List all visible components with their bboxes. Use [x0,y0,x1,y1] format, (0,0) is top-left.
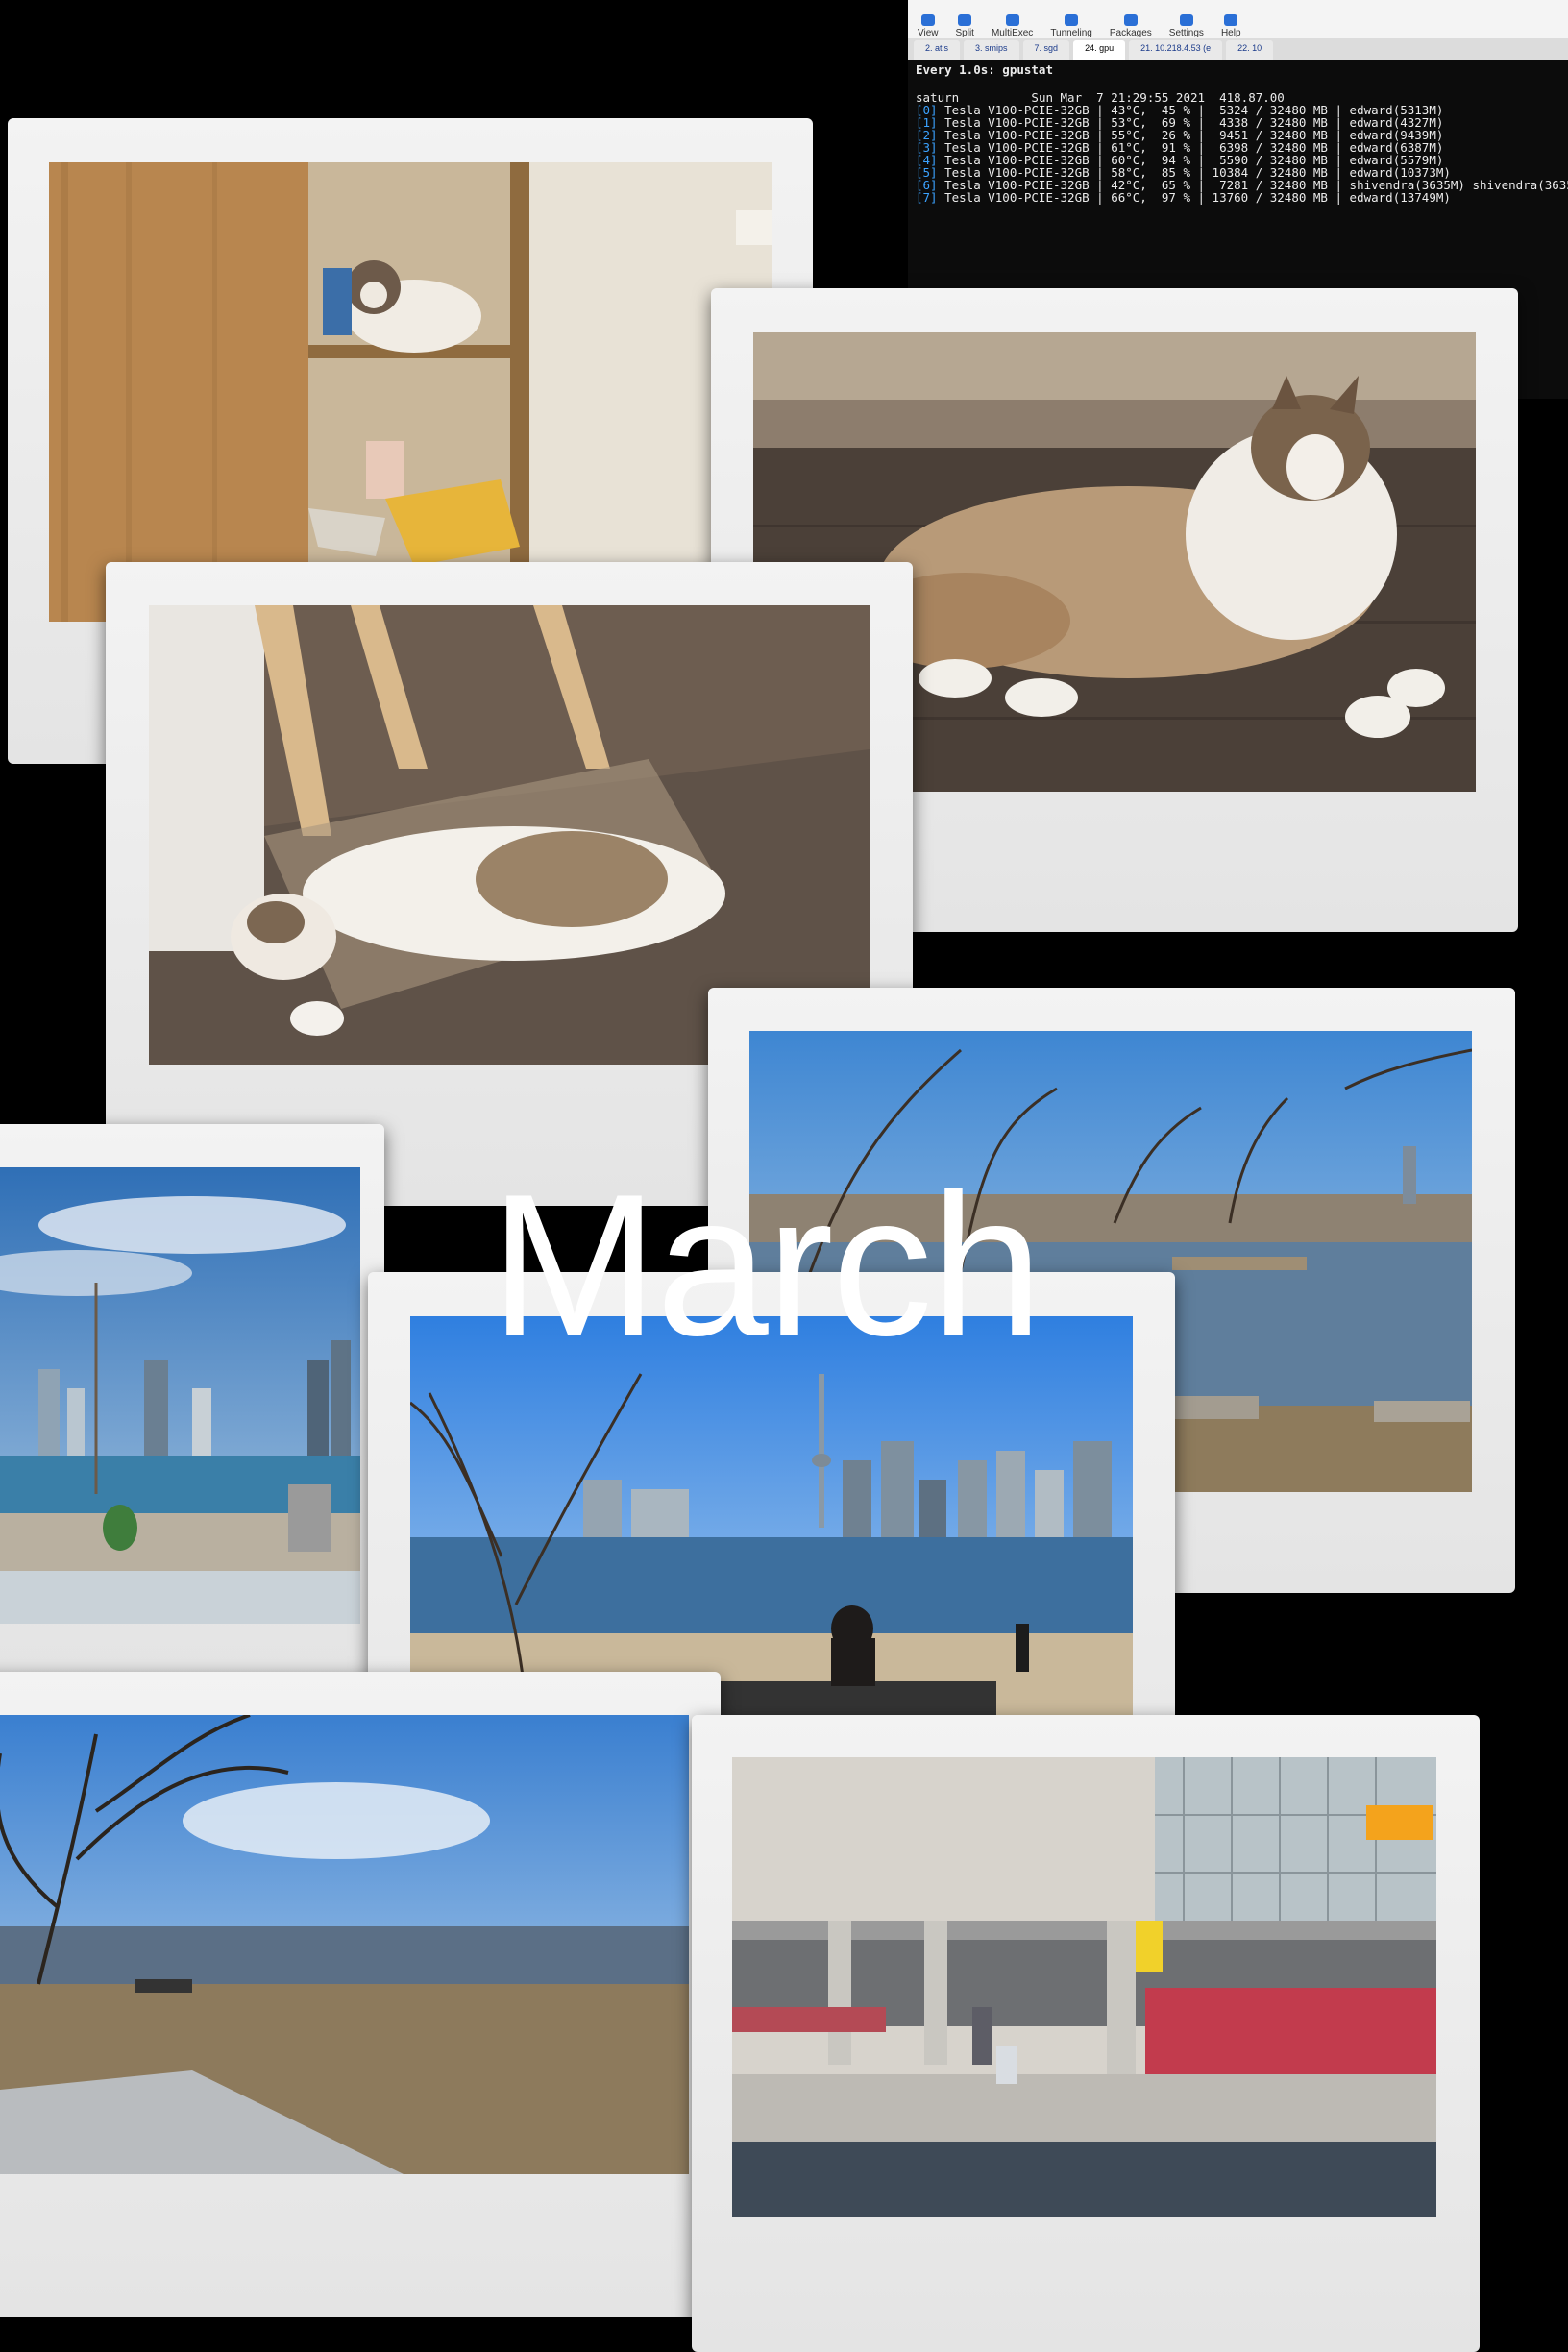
multiexec-icon [1005,14,1019,26]
photo-lakeshore-trees [0,1715,689,2174]
toolbar-settings[interactable]: Settings [1169,14,1204,38]
packages-icon [1123,14,1138,26]
photo-frame-lakeshore [0,1672,721,2317]
tab-atis[interactable]: 2. atis [914,40,961,61]
photo-skyline-waterfront [0,1167,360,1624]
month-title: March [490,1152,1042,1378]
photo-airport-departures [732,1757,1436,2217]
view-icon [920,14,935,26]
toolbar-tunneling[interactable]: Tunneling [1050,14,1092,38]
gpu-stats: Tesla V100-PCIE-32GB | 66°C, 97 % | 1376… [937,190,1451,205]
toolbar-packages[interactable]: Packages [1110,14,1152,38]
toolbar-split[interactable]: Split [956,14,974,38]
photo-frame-skyline-left [0,1124,384,1672]
tab-gpu[interactable]: 24. gpu [1073,40,1126,61]
photo-cat-on-shelf [49,162,772,622]
tab-host[interactable]: 21. 10.218.4.53 (e [1129,40,1223,61]
settings-icon [1179,14,1193,26]
toolbar-view[interactable]: View [918,14,939,38]
terminal-toolbar: View Split MultiExec Tunneling Packages … [908,0,1568,38]
tab-sgd[interactable]: 7. sgd [1022,40,1070,61]
terminal-tabs: 2. atis 3. smips 7. sgd 24. gpu 21. 10.2… [908,38,1568,61]
tab-smips[interactable]: 3. smips [964,40,1019,61]
toolbar-help[interactable]: Help [1221,14,1241,38]
toolbar-multiexec[interactable]: MultiExec [992,14,1033,38]
help-icon [1224,14,1238,26]
gpu-row: [7] Tesla V100-PCIE-32GB | 66°C, 97 % | … [916,191,1560,204]
tunneling-icon [1065,14,1079,26]
split-icon [958,14,972,26]
gpu-list: [0] Tesla V100-PCIE-32GB | 43°C, 45 % | … [916,104,1568,204]
photo-frame-airport [692,1715,1480,2352]
watch-command: Every 1.0s: gpustat [916,62,1053,77]
gpu-index: [7] [916,190,938,205]
tab-host-2[interactable]: 22. 10 [1226,40,1274,61]
